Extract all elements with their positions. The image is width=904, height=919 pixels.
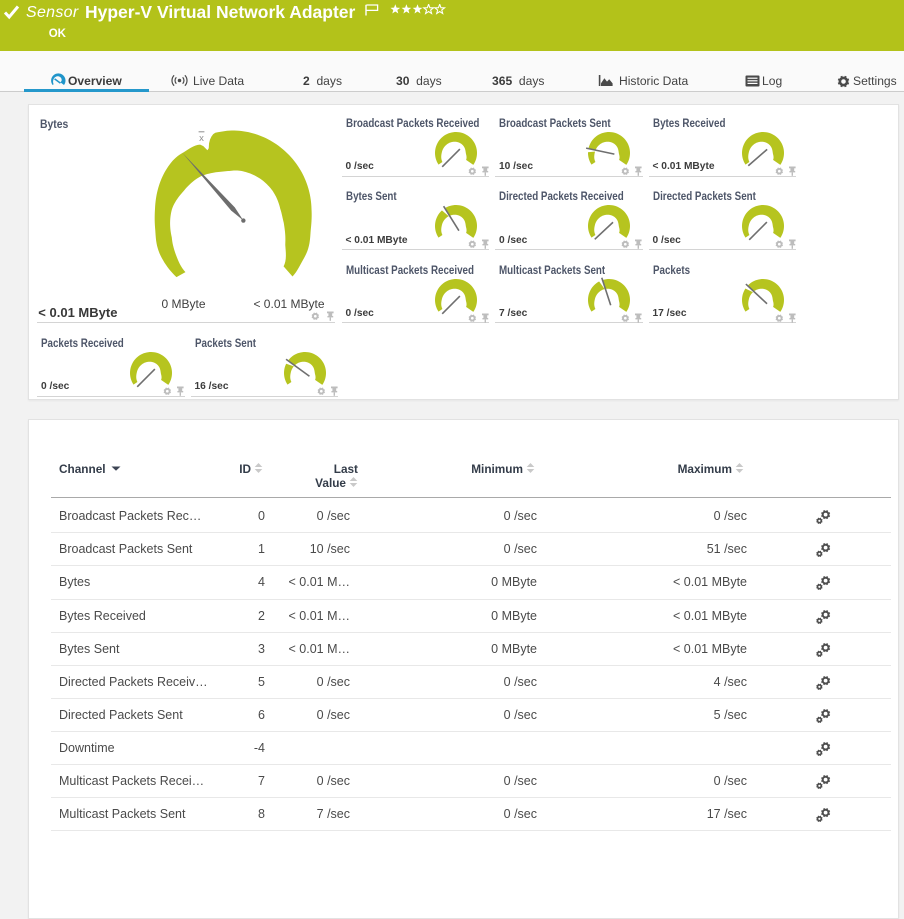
svg-text:x: x <box>199 133 204 144</box>
